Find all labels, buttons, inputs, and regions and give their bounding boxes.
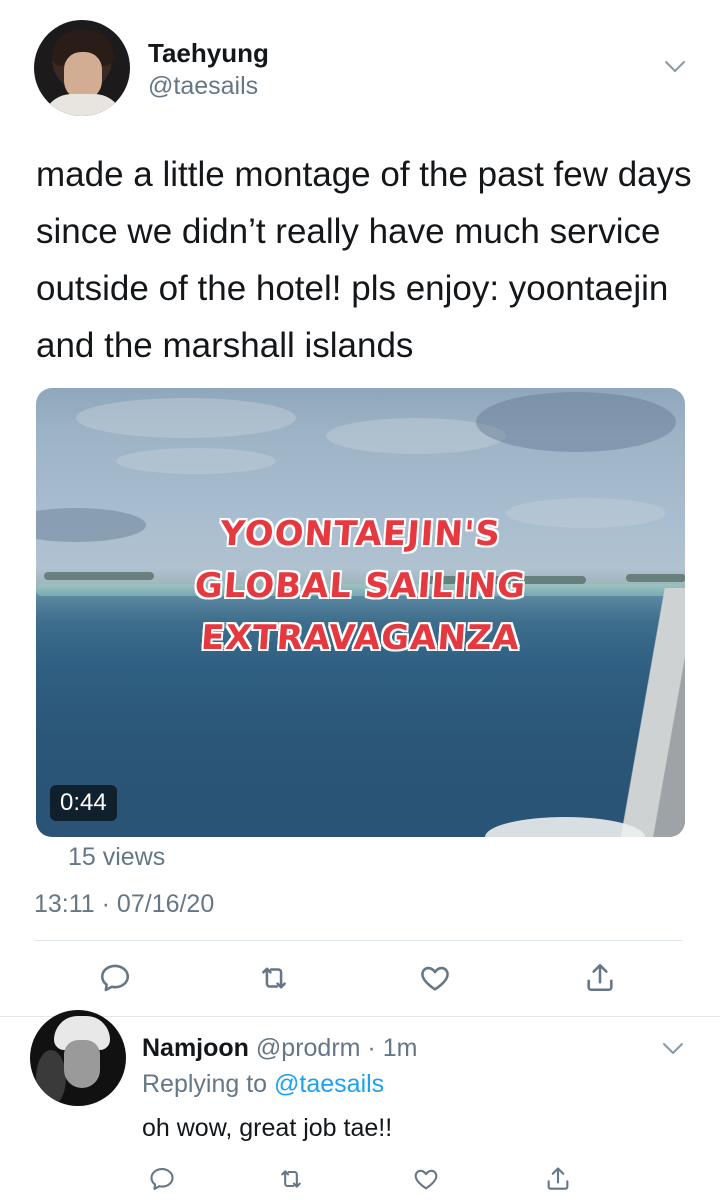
reply-share-button[interactable] [541, 1162, 575, 1196]
heart-icon [414, 1169, 438, 1190]
video-title-line: YOONTAEJIN'S [218, 514, 503, 554]
share-icon [587, 963, 613, 992]
divider [34, 940, 682, 941]
replying-to-label: Replying to [142, 1070, 268, 1098]
video-duration-badge: 0:44 [50, 785, 117, 821]
view-count: 15 views [68, 843, 166, 871]
reply-author-avatar[interactable] [30, 1010, 126, 1106]
video-title-line: EXTRAVAGANZA [199, 618, 522, 658]
reply-author-meta: @prodrm · 1m [255, 1034, 418, 1062]
reply-reply-button[interactable] [145, 1162, 179, 1196]
reply-like-button[interactable] [409, 1162, 443, 1196]
sky-cloud [76, 398, 296, 438]
tweet-detail-screen: Taehyung @taesails made a little montage… [0, 0, 720, 1200]
retweet-icon [262, 967, 286, 989]
retweet-icon [281, 1170, 301, 1188]
sky-cloud [116, 448, 276, 474]
author-handle[interactable]: @taesails [148, 72, 258, 101]
chevron-down-icon[interactable] [664, 60, 686, 74]
share-button[interactable] [583, 961, 617, 995]
replying-to-line: Replying to @taesails [142, 1070, 384, 1099]
like-button[interactable] [418, 961, 452, 995]
tweet-text: made a little montage of the past few da… [36, 155, 692, 365]
avatar-face [64, 52, 102, 100]
avatar-face [64, 1040, 100, 1088]
comment-icon [100, 964, 130, 992]
replying-to-handle-link[interactable]: @taesails [274, 1070, 384, 1098]
author-avatar[interactable] [34, 20, 130, 116]
avatar-shadow [36, 1050, 66, 1106]
divider [0, 1016, 720, 1017]
reply-text: oh wow, great job tae!! [142, 1114, 393, 1142]
comment-icon [150, 1168, 174, 1190]
reply-button[interactable] [98, 961, 132, 995]
reply-retweet-button[interactable] [274, 1162, 308, 1196]
author-name[interactable]: Taehyung [148, 38, 269, 69]
share-icon [547, 1167, 569, 1190]
video-title-line: GLOBAL SAILING [193, 566, 528, 606]
heart-icon [421, 966, 449, 991]
reply-header: Namjoon @prodrm · 1m [142, 1034, 417, 1063]
video-title-overlay: YOONTAEJIN'S GLOBAL SAILING EXTRAVAGANZA [36, 508, 685, 664]
avatar-shirt [42, 94, 124, 116]
reply-author-name[interactable]: Namjoon [142, 1034, 249, 1062]
video-player[interactable]: YOONTAEJIN'S GLOBAL SAILING EXTRAVAGANZA… [36, 388, 685, 837]
retweet-button[interactable] [257, 961, 291, 995]
tweet-timestamp: 13:11 · 07/16/20 [34, 890, 215, 918]
chevron-down-icon[interactable] [662, 1042, 684, 1056]
sky-cloud [476, 392, 676, 452]
